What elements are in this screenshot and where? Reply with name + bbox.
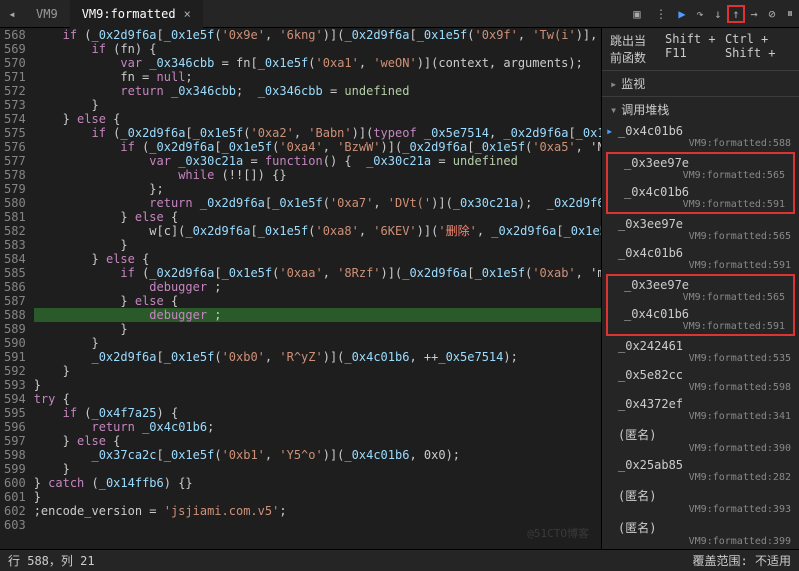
editor: 5685695705715725735745755765775785795805…: [0, 28, 601, 549]
stack-frame[interactable]: _0x4c01b6VM9:formatted:591: [608, 183, 793, 212]
tab-bar: ◂ VM9 VM9:formatted× ▣ ⋮ ▶ ↷ ↓ ↑ → ⊘ ⏸: [0, 0, 799, 28]
coverage-info: 覆盖范围: 不适用: [693, 552, 791, 569]
stack-frame[interactable]: _0x4c01b6VM9:formatted:591: [602, 244, 799, 273]
debugger-sidebar: 跳出当前函数Shift + F11Ctrl + Shift + 监视 调用堆栈 …: [601, 28, 799, 549]
stack-frame[interactable]: (匿名)VM9:formatted:393: [602, 485, 799, 517]
step-over-icon[interactable]: ↷: [691, 5, 709, 23]
stack-frame[interactable]: (匿名)VM9:formatted:399: [602, 517, 799, 549]
stack-frame[interactable]: (匿名)VM9:formatted:390: [602, 424, 799, 456]
status-bar: 行 588，列 21 覆盖范围: 不适用: [0, 549, 799, 571]
watch-section[interactable]: 监视: [602, 70, 799, 96]
code-area[interactable]: if (_0x2d9f6a[_0x1e5f('0x9e', '6kng')](_…: [34, 28, 601, 549]
step-icon[interactable]: →: [745, 5, 763, 23]
resume-icon[interactable]: ▶: [673, 5, 691, 23]
cursor-position: 行 588，列 21: [8, 552, 95, 569]
step-into-icon[interactable]: ↓: [709, 5, 727, 23]
tab-prev[interactable]: ◂: [2, 4, 22, 24]
callstack-section[interactable]: 调用堆栈: [602, 96, 799, 122]
stack-frame[interactable]: _0x4c01b6VM9:formatted:591: [608, 305, 793, 334]
line-gutter: 5685695705715725735745755765775785795805…: [0, 28, 34, 549]
close-icon[interactable]: ×: [184, 7, 191, 21]
call-stack-list: _0x4c01b6VM9:formatted:588 _0x3ee97eVM9:f…: [602, 122, 799, 549]
more-tabs-icon[interactable]: ⋮: [651, 4, 671, 24]
run-snippet-icon[interactable]: ▣: [627, 4, 647, 24]
stack-frame[interactable]: _0x3ee97eVM9:formatted:565: [608, 276, 793, 305]
stack-frame[interactable]: _0x25ab85VM9:formatted:282: [602, 456, 799, 485]
tab-vm9-formatted[interactable]: VM9:formatted×: [70, 0, 203, 28]
stack-frame[interactable]: _0x4c01b6VM9:formatted:588: [602, 122, 799, 151]
stack-frame[interactable]: _0x242461VM9:formatted:535: [602, 337, 799, 366]
pause-exceptions-icon[interactable]: ⏸: [781, 5, 799, 23]
step-out-hint: 跳出当前函数Shift + F11Ctrl + Shift +: [602, 28, 799, 70]
stack-frame[interactable]: _0x3ee97eVM9:formatted:565: [602, 215, 799, 244]
step-out-icon[interactable]: ↑: [727, 5, 745, 23]
stack-frame[interactable]: _0x5e82ccVM9:formatted:598: [602, 366, 799, 395]
main-area: 5685695705715725735745755765775785795805…: [0, 28, 799, 549]
stack-frame[interactable]: _0x3ee97eVM9:formatted:565: [608, 154, 793, 183]
deactivate-breakpoints-icon[interactable]: ⊘: [763, 5, 781, 23]
stack-frame[interactable]: _0x4372efVM9:formatted:341: [602, 395, 799, 424]
watermark: @51CTO博客: [527, 525, 589, 541]
tab-vm9[interactable]: VM9: [24, 0, 70, 28]
